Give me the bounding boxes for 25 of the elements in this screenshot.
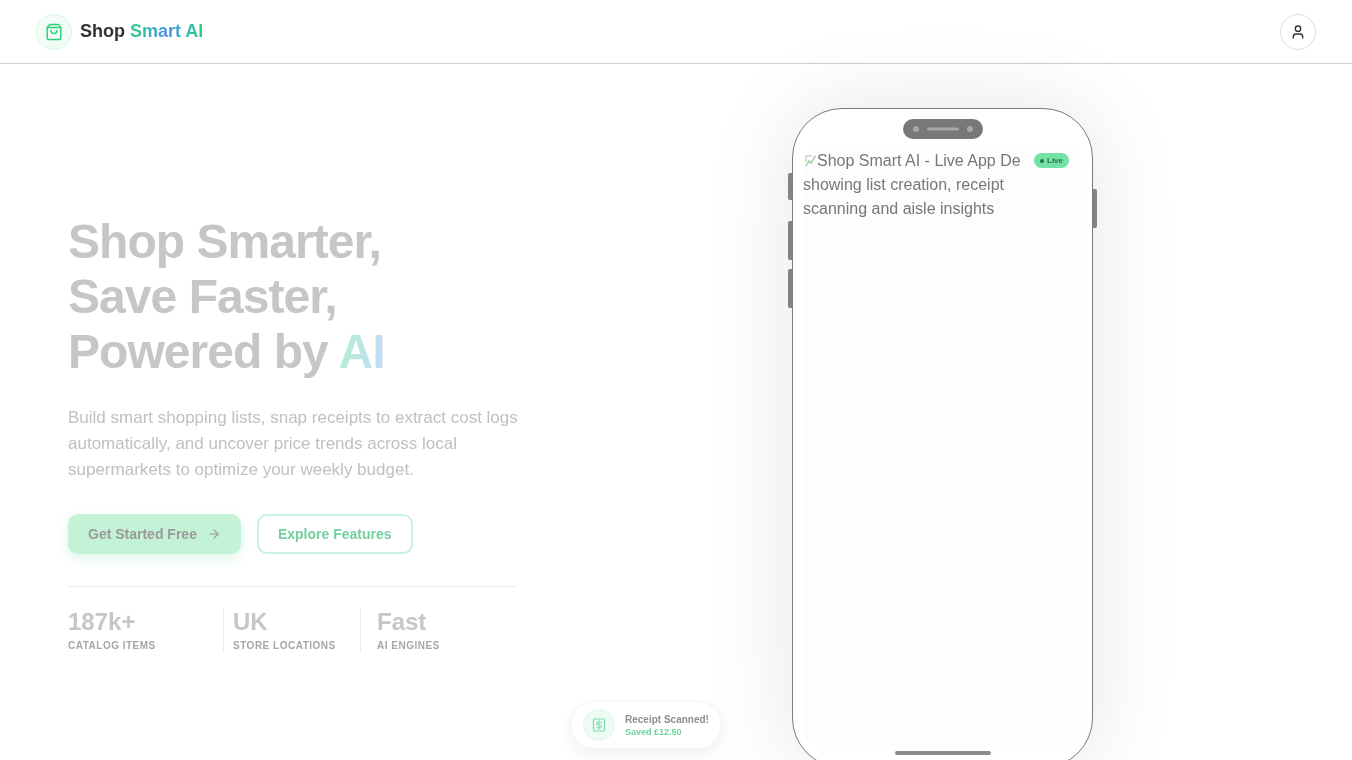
- user-profile-button[interactable]: [1280, 13, 1316, 50]
- phone-side-ridge: [788, 269, 792, 308]
- get-started-button[interactable]: Get Started Free: [68, 514, 241, 554]
- toast-subtitle: Saved £12.50: [625, 725, 683, 738]
- phone-side-ridge: [788, 173, 792, 200]
- dollar-receipt-icon: [583, 709, 615, 741]
- arrow-right-icon: [206, 527, 221, 541]
- stat-label: CATALOG ITEMS: [68, 639, 156, 652]
- image-alt-text: showing list creation, receipt scanning and aisle insights: [803, 175, 1005, 219]
- phone-side-ridge: [1093, 189, 1097, 228]
- stat-label: AI ENGINES: [377, 639, 440, 652]
- user-icon: [1290, 23, 1306, 40]
- explore-features-button[interactable]: Explore Features: [256, 514, 413, 554]
- image-alt-text: Shop Smart AI - Live App De: [817, 151, 1021, 171]
- stat-value: UK: [233, 608, 268, 636]
- hero-heading: Shop Smarter, Save Faster, Powered by AI: [68, 214, 385, 379]
- stat-value: Fast: [377, 608, 427, 636]
- phone-side-ridge: [788, 221, 792, 260]
- badge-text: Live: [1047, 154, 1063, 167]
- hero-description: Build smart shopping lists, snap receipts to extract cost logs automatically, and uncover price trends across local supermarkets to optimize your weekly budget.: [68, 407, 519, 481]
- broken-image-icon: [805, 155, 817, 167]
- toast-title: Receipt Scanned!: [625, 712, 709, 726]
- stat-value: 187k+: [68, 608, 136, 636]
- shopping-bag-logo-icon: [36, 13, 72, 50]
- stat-label: STORE LOCATIONS: [233, 639, 336, 652]
